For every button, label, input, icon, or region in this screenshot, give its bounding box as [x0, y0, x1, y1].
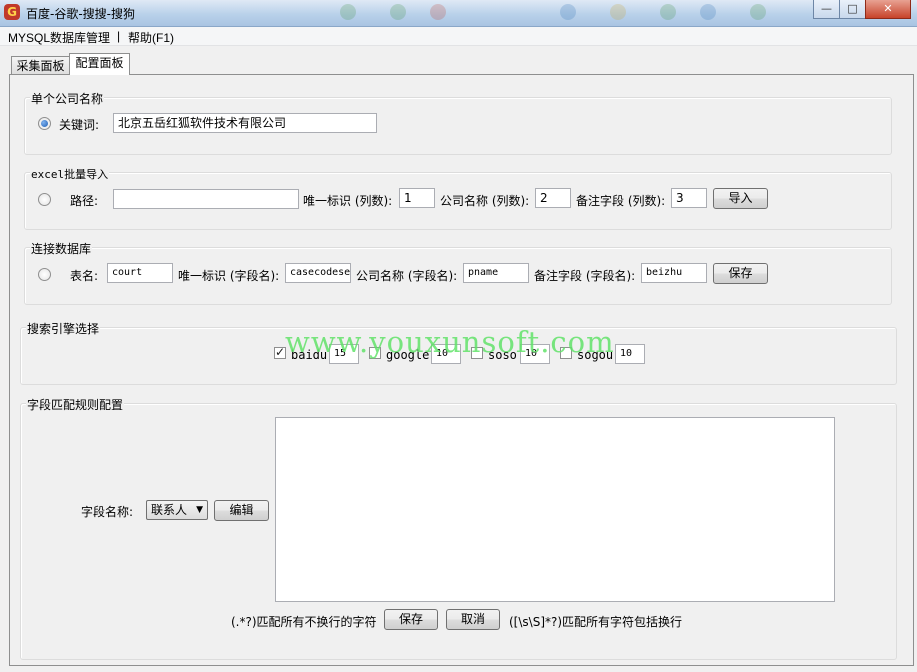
- db-name-label: 公司名称 (字段名):: [356, 269, 458, 283]
- faint-taskbar-icon: [700, 4, 716, 20]
- edit-button[interactable]: 编辑: [214, 500, 269, 521]
- db-name-input[interactable]: pname: [463, 263, 529, 283]
- field-name-value: 联系人: [151, 503, 188, 517]
- close-button[interactable]: ✕: [865, 0, 911, 19]
- table-name-input[interactable]: court: [107, 263, 173, 283]
- excel-import-radio[interactable]: [38, 193, 51, 206]
- hint-non-newline: (.*?)匹配所有不换行的字符: [231, 615, 377, 629]
- faint-taskbar-icon: [610, 4, 626, 20]
- field-rules-title: 字段匹配规则配置: [26, 396, 125, 413]
- faint-taskbar-icon: [660, 4, 676, 20]
- excel-remark-input[interactable]: 3: [671, 188, 707, 208]
- field-name-label: 字段名称:: [81, 505, 134, 519]
- db-id-label: 唯一标识 (字段名):: [178, 269, 280, 283]
- window-title: 百度-谷歌-搜搜-搜狗: [26, 7, 135, 21]
- path-label: 路径:: [70, 194, 99, 208]
- title-bar: [0, 0, 917, 27]
- excel-id-label: 唯一标识 (列数):: [303, 194, 393, 208]
- excel-remark-label: 备注字段 (列数):: [576, 194, 666, 208]
- faint-taskbar-icon: [390, 4, 406, 20]
- tab-collect-panel[interactable]: 采集面板: [11, 56, 70, 76]
- faint-taskbar-icon: [560, 4, 576, 20]
- excel-name-label: 公司名称 (列数):: [440, 194, 530, 208]
- rule-textarea[interactable]: [275, 417, 835, 602]
- faint-taskbar-icon: [750, 4, 766, 20]
- search-engine-title: 搜索引擎选择: [26, 320, 101, 337]
- import-button[interactable]: 导入: [713, 188, 768, 209]
- db-save-button[interactable]: 保存: [713, 263, 768, 284]
- sogou-count-input[interactable]: 10: [615, 344, 645, 364]
- minimize-button[interactable]: —: [813, 0, 840, 19]
- db-remark-label: 备注字段 (字段名):: [534, 269, 636, 283]
- app-logo-icon: G: [4, 4, 20, 20]
- single-company-radio[interactable]: [38, 117, 51, 130]
- excel-id-input[interactable]: 1: [399, 188, 435, 208]
- hint-all-chars: ([\s\S]*?)匹配所有字符包括换行: [509, 615, 683, 629]
- rule-cancel-button[interactable]: 取消: [446, 609, 500, 630]
- rule-save-button[interactable]: 保存: [384, 609, 438, 630]
- tab-config-panel[interactable]: 配置面板: [69, 53, 130, 75]
- field-name-select[interactable]: 联系人 ▼: [146, 500, 208, 520]
- excel-name-input[interactable]: 2: [535, 188, 571, 208]
- single-company-title: 单个公司名称: [30, 90, 105, 107]
- excel-import-title: excel批量导入: [30, 166, 110, 182]
- table-name-label: 表名:: [70, 269, 99, 283]
- keyword-label: 关键词:: [59, 118, 100, 132]
- faint-taskbar-icon: [430, 4, 446, 20]
- faint-taskbar-icon: [340, 4, 356, 20]
- menu-help[interactable]: 帮助(F1): [128, 29, 174, 46]
- db-id-input[interactable]: casecodese: [285, 263, 351, 283]
- db-connect-radio[interactable]: [38, 268, 51, 281]
- menu-separator: |: [117, 29, 121, 43]
- keyword-input[interactable]: 北京五岳红狐软件技术有限公司: [113, 113, 377, 133]
- path-input[interactable]: [113, 189, 299, 209]
- db-remark-input[interactable]: beizhu: [641, 263, 707, 283]
- watermark: www.youxunsoft.com: [285, 325, 615, 359]
- maximize-button[interactable]: □: [839, 0, 866, 19]
- menu-mysql-db[interactable]: MYSQL数据库管理: [8, 29, 110, 46]
- db-connect-title: 连接数据库: [30, 240, 93, 257]
- chevron-down-icon: ▼: [196, 505, 203, 515]
